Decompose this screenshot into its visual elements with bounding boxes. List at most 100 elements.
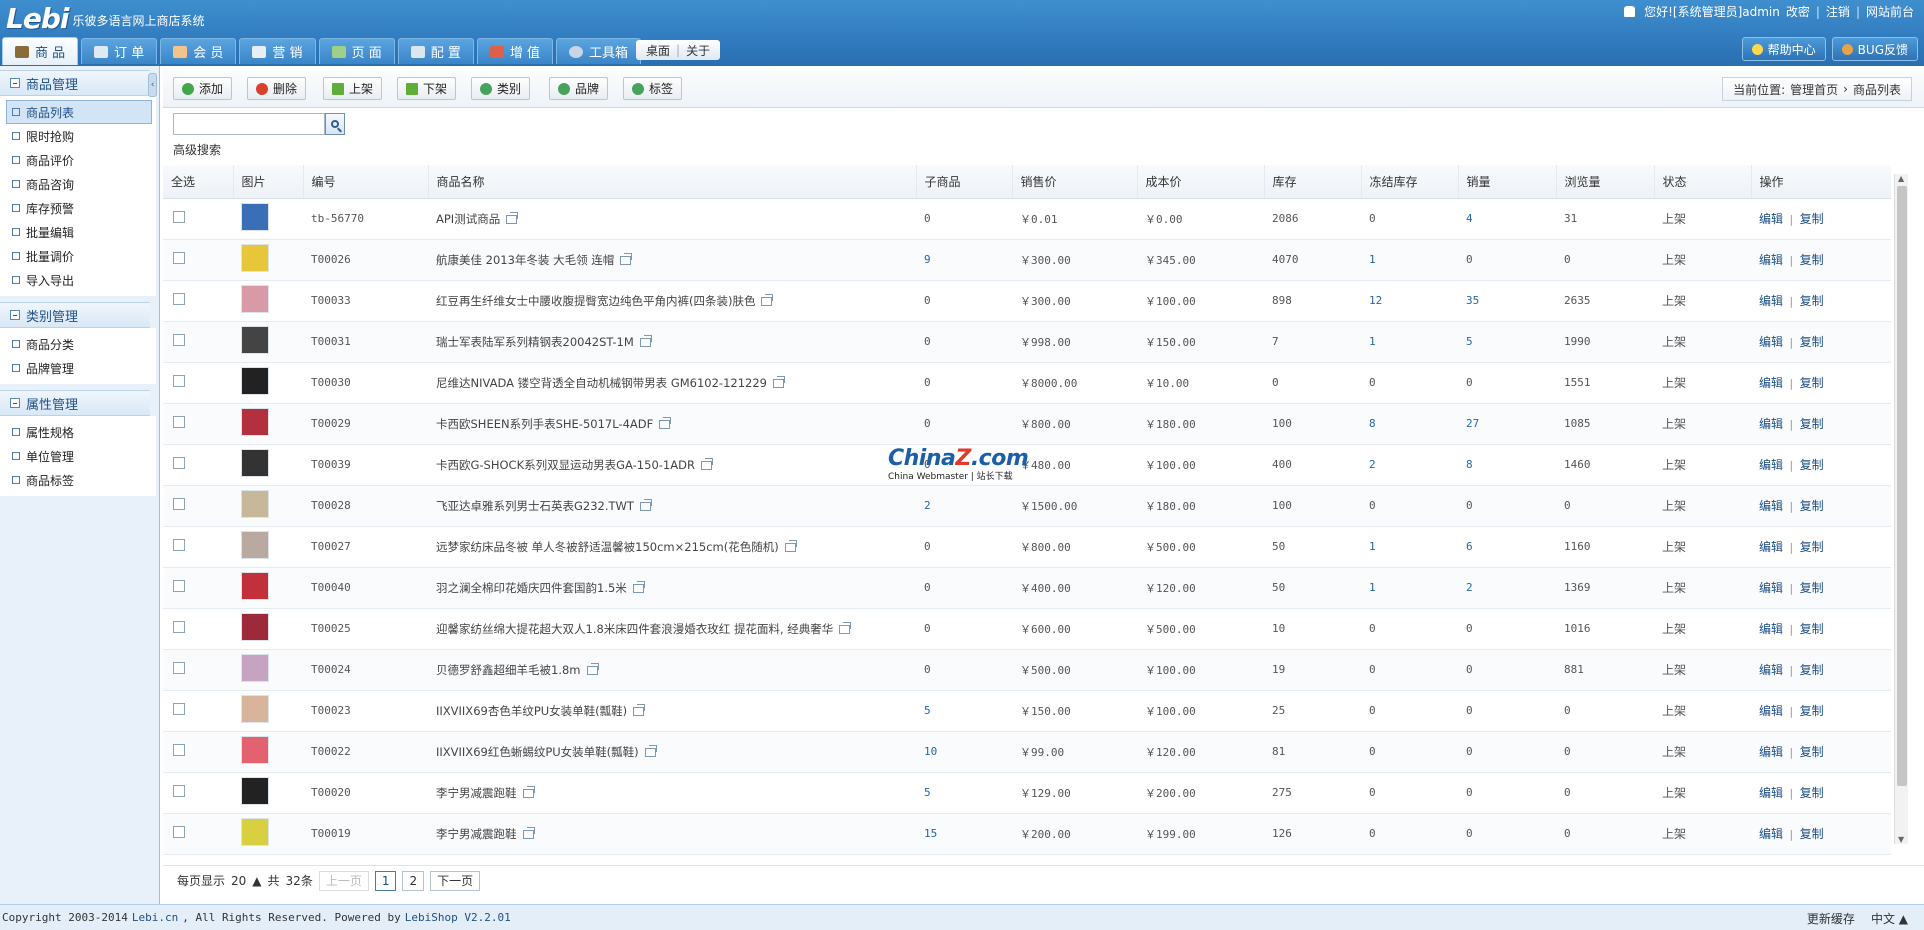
about-link[interactable]: 关于: [686, 42, 710, 59]
edit-link[interactable]: 编辑: [1759, 253, 1783, 267]
per-page-arrow-icon[interactable]: ▲: [252, 874, 261, 888]
sub-products-cell[interactable]: 5: [916, 772, 1012, 814]
external-link-icon[interactable]: [620, 252, 633, 265]
sidebar-item[interactable]: 库存预警: [0, 196, 156, 220]
sidebar-item[interactable]: 商品分类: [0, 332, 156, 356]
edit-link[interactable]: 编辑: [1759, 540, 1783, 554]
product-name[interactable]: API测试商品: [436, 212, 500, 226]
desktop-link[interactable]: 桌面: [646, 42, 670, 59]
copy-link[interactable]: 复制: [1800, 253, 1824, 267]
copy-link[interactable]: 复制: [1800, 335, 1824, 349]
scroll-down-arrow[interactable]: ▼: [1898, 835, 1904, 844]
tab-members[interactable]: 会 员: [160, 38, 237, 64]
copy-link[interactable]: 复制: [1800, 745, 1824, 759]
frozen-stock-cell[interactable]: 1: [1361, 567, 1458, 609]
edit-link[interactable]: 编辑: [1759, 458, 1783, 472]
frozen-stock-cell[interactable]: 2: [1361, 444, 1458, 486]
front-site-link[interactable]: 网站前台: [1866, 3, 1914, 20]
search-button[interactable]: [325, 113, 345, 135]
product-thumbnail[interactable]: [241, 695, 269, 723]
page-2-button[interactable]: 2: [402, 870, 425, 891]
external-link-icon[interactable]: [632, 580, 645, 593]
sales-cell[interactable]: 8: [1458, 444, 1556, 486]
row-checkbox[interactable]: [173, 826, 185, 838]
copy-link[interactable]: 复制: [1800, 499, 1824, 513]
brand-button[interactable]: 品牌: [549, 77, 609, 100]
edit-link[interactable]: 编辑: [1759, 745, 1783, 759]
product-thumbnail[interactable]: [241, 613, 269, 641]
tab-orders[interactable]: 订 单: [81, 38, 158, 64]
product-thumbnail[interactable]: [241, 736, 269, 764]
external-link-icon[interactable]: [522, 785, 535, 798]
row-checkbox[interactable]: [173, 293, 185, 305]
sidebar-item[interactable]: 属性规格: [0, 420, 156, 444]
row-checkbox[interactable]: [173, 457, 185, 469]
page-1-button[interactable]: 1: [374, 870, 397, 891]
sub-products-cell[interactable]: 5: [916, 690, 1012, 732]
product-name[interactable]: 李宁男减震跑鞋: [436, 786, 517, 800]
product-thumbnail[interactable]: [241, 203, 269, 231]
product-thumbnail[interactable]: [241, 408, 269, 436]
row-checkbox[interactable]: [173, 744, 185, 756]
product-name[interactable]: 迎馨家纺丝绵大提花超大双人1.8米床四件套浪漫婚衣玫红 提花面料, 经典奢华: [436, 622, 833, 636]
sidebar-item[interactable]: 商品评价: [0, 148, 156, 172]
product-thumbnail[interactable]: [241, 531, 269, 559]
row-checkbox[interactable]: [173, 580, 185, 592]
product-thumbnail[interactable]: [241, 818, 269, 846]
sub-products-cell[interactable]: 15: [916, 813, 1012, 855]
external-link-icon[interactable]: [639, 334, 652, 347]
external-link-icon[interactable]: [659, 416, 672, 429]
sales-cell[interactable]: 35: [1458, 280, 1556, 322]
row-checkbox[interactable]: [173, 334, 185, 346]
product-thumbnail[interactable]: [241, 777, 269, 805]
copy-link[interactable]: 复制: [1800, 581, 1824, 595]
sidebar-item[interactable]: 批量编辑: [0, 220, 156, 244]
unpublish-button[interactable]: 下架: [397, 77, 457, 100]
product-name[interactable]: 红豆再生纤维女士中腰收腹提臀宽边纯色平角内裤(四条装)肤色: [436, 294, 755, 308]
sub-products-cell[interactable]: 10: [916, 731, 1012, 773]
row-checkbox[interactable]: [173, 416, 185, 428]
product-name[interactable]: 卡西欧SHEEN系列手表SHE-5017L-4ADF: [436, 417, 653, 431]
external-link-icon[interactable]: [639, 498, 652, 511]
help-center-button[interactable]: 帮助中心: [1741, 37, 1826, 61]
sidebar-item[interactable]: 商品咨询: [0, 172, 156, 196]
external-link-icon[interactable]: [839, 621, 852, 634]
sidebar-item[interactable]: 导入导出: [0, 268, 156, 292]
edit-link[interactable]: 编辑: [1759, 827, 1783, 841]
scrollbar-thumb[interactable]: [1897, 186, 1907, 786]
sidebar-item[interactable]: 商品列表: [6, 100, 152, 124]
tag-button[interactable]: 标签: [623, 77, 683, 100]
row-checkbox[interactable]: [173, 621, 185, 633]
external-link-icon[interactable]: [644, 744, 657, 757]
product-thumbnail[interactable]: [241, 367, 269, 395]
advanced-search-link[interactable]: 高级搜索: [173, 141, 221, 158]
external-link-icon[interactable]: [586, 662, 599, 675]
product-thumbnail[interactable]: [241, 285, 269, 313]
sidebar-item[interactable]: 限时抢购: [0, 124, 156, 148]
site-link[interactable]: Lebi.cn: [132, 911, 178, 924]
sidebar-group-header[interactable]: 商品管理: [0, 70, 150, 96]
row-checkbox[interactable]: [173, 252, 185, 264]
edit-link[interactable]: 编辑: [1759, 294, 1783, 308]
copy-link[interactable]: 复制: [1800, 704, 1824, 718]
product-name[interactable]: 卡西欧G-SHOCK系列双显运动男表GA-150-1ADR: [436, 458, 695, 472]
row-checkbox[interactable]: [173, 703, 185, 715]
sales-cell[interactable]: 5: [1458, 321, 1556, 363]
frozen-stock-cell[interactable]: 1: [1361, 526, 1458, 568]
product-thumbnail[interactable]: [241, 244, 269, 272]
scroll-up-arrow[interactable]: ▲: [1898, 174, 1904, 183]
external-link-icon[interactable]: [506, 211, 519, 224]
product-link[interactable]: LebiShop V2.2.01: [405, 911, 511, 924]
row-checkbox[interactable]: [173, 785, 185, 797]
column-header[interactable]: 全选: [163, 165, 234, 199]
edit-link[interactable]: 编辑: [1759, 622, 1783, 636]
copy-link[interactable]: 复制: [1800, 376, 1824, 390]
copy-link[interactable]: 复制: [1800, 827, 1824, 841]
frozen-stock-cell[interactable]: 12: [1361, 280, 1458, 322]
tab-products[interactable]: 商 品: [2, 37, 79, 65]
sidebar-group-header[interactable]: 类别管理: [0, 302, 150, 328]
sales-cell[interactable]: 6: [1458, 526, 1556, 568]
next-page-button[interactable]: 下一页: [430, 870, 481, 891]
per-page-select[interactable]: 20: [231, 874, 246, 888]
edit-link[interactable]: 编辑: [1759, 499, 1783, 513]
